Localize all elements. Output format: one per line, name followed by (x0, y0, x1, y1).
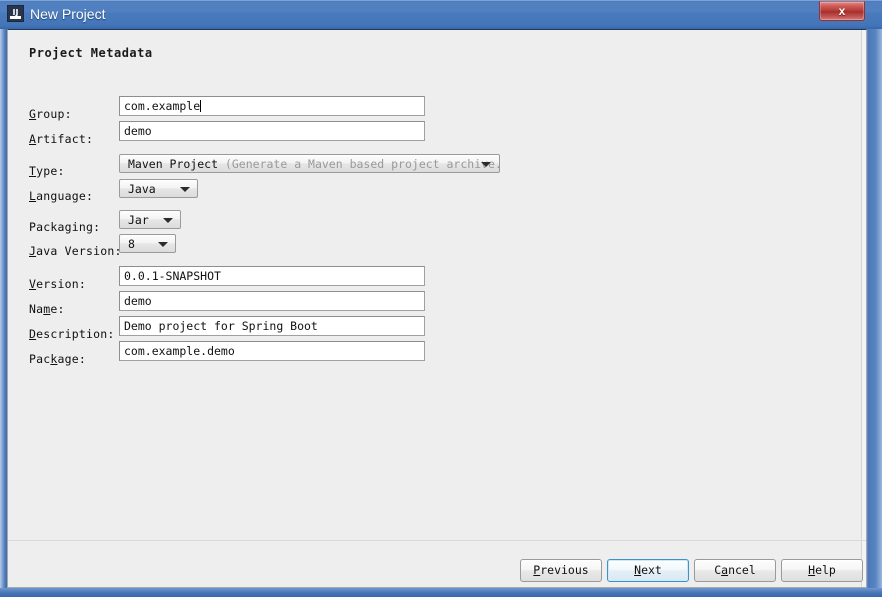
chevron-down-icon (481, 161, 491, 167)
window-frame-left (0, 0, 7, 597)
help-button[interactable]: Help (781, 559, 863, 582)
chevron-down-icon (158, 241, 168, 247)
package-input[interactable]: com.example.demo (119, 341, 425, 361)
cancel-button-label: ncel (728, 563, 756, 577)
previous-button-label: revious (540, 563, 589, 577)
package-input-value: com.example.demo (124, 344, 235, 358)
window-title: New Project (30, 6, 106, 22)
name-label: Name: (29, 302, 65, 316)
type-dropdown[interactable]: Maven Project (Generate a Maven based pr… (119, 154, 500, 173)
java-version-label: Java Version: (29, 244, 122, 258)
version-input-value: 0.0.1-SNAPSHOT (124, 269, 221, 283)
package-label-pre: Pac (29, 352, 51, 366)
content-right-gutter (861, 30, 866, 587)
type-dropdown-main: Maven Project (128, 157, 219, 171)
language-dropdown[interactable]: Java (119, 179, 198, 198)
artifact-label: Artifact: (29, 132, 93, 146)
version-label: Version: (29, 277, 86, 291)
packaging-dropdown[interactable]: Jar (119, 210, 181, 229)
description-label: Description: (29, 327, 115, 341)
package-label: Package: (29, 352, 86, 366)
cancel-button[interactable]: Cancel (694, 559, 776, 582)
group-label: Group: (29, 107, 72, 121)
name-label-pre: Na (29, 302, 44, 316)
intellij-idea-icon: IJ (7, 5, 24, 22)
close-button[interactable]: x (819, 1, 865, 21)
title-bar-highlight (0, 0, 882, 1)
page-title: Project Metadata (29, 46, 153, 60)
next-button[interactable]: Next (607, 559, 689, 582)
window-frame-bottom (0, 588, 882, 597)
title-bar[interactable]: IJ New Project x (0, 0, 882, 29)
name-input-value: demo (124, 294, 152, 308)
description-input-value: Demo project for Spring Boot (124, 319, 318, 333)
type-dropdown-value: Maven Project (Generate a Maven based pr… (128, 155, 500, 172)
java-version-dropdown-value: 8 (128, 237, 135, 251)
type-label-text: ype: (36, 164, 65, 178)
new-project-dialog-window: IJ New Project x Project Metadata Group:… (0, 0, 882, 597)
window-frame-right (868, 0, 882, 597)
type-dropdown-hint: (Generate a Maven based project archive.… (224, 157, 500, 171)
group-input-value: com.example (124, 99, 201, 113)
version-label-text: ersion: (36, 277, 86, 291)
language-label-text: anguage: (36, 189, 94, 203)
previous-button[interactable]: Previous (520, 559, 602, 582)
language-dropdown-value: Java (128, 182, 156, 196)
chevron-down-icon (163, 217, 173, 223)
artifact-input[interactable]: demo (119, 121, 425, 141)
version-input[interactable]: 0.0.1-SNAPSHOT (119, 266, 425, 286)
text-caret (200, 100, 202, 112)
chevron-down-icon (180, 186, 190, 192)
java-version-dropdown[interactable]: 8 (119, 234, 176, 253)
intellij-idea-icon-bar (10, 16, 21, 19)
package-label-post: age: (57, 352, 86, 366)
group-input[interactable]: com.example (119, 96, 425, 116)
packaging-label: Packaging: (29, 220, 101, 234)
name-input[interactable]: demo (119, 291, 425, 311)
help-button-label: elp (815, 563, 836, 577)
artifact-input-value: demo (124, 124, 152, 138)
close-icon: x (838, 4, 846, 18)
package-label-mnemonic: k (50, 352, 58, 366)
dialog-content: Project Metadata Group: com.example Arti… (7, 29, 867, 588)
artifact-label-text: rtifact: (36, 132, 94, 146)
group-label-text: roup: (36, 107, 72, 121)
button-bar-separator (8, 540, 866, 541)
name-label-post: e: (50, 302, 65, 316)
packaging-dropdown-value: Jar (128, 213, 149, 227)
java-version-label-text: ava Version: (36, 244, 122, 258)
description-input[interactable]: Demo project for Spring Boot (119, 316, 425, 336)
description-label-text: escription: (36, 327, 115, 341)
type-label: Type: (29, 164, 65, 178)
next-button-label: ext (641, 563, 662, 577)
language-label: Language: (29, 189, 93, 203)
